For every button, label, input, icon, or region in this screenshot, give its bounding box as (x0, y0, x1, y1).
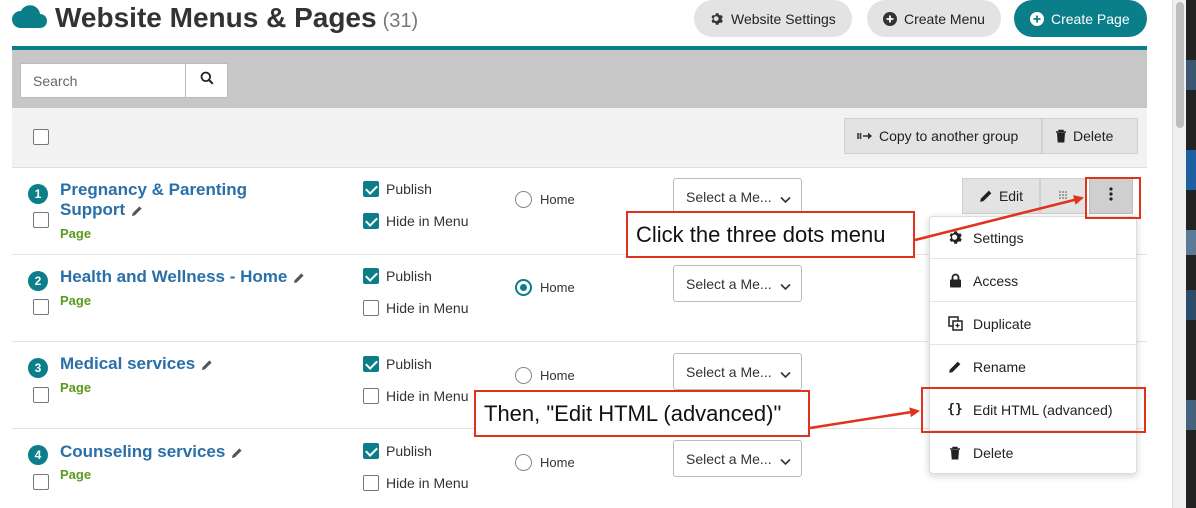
hide-in-menu-option[interactable]: Hide in Menu (363, 213, 469, 229)
menu-item-rename[interactable]: Rename (930, 346, 1136, 388)
home-radio[interactable]: Home (515, 367, 575, 384)
page-header: Website Menus & Pages (31) Website Settin… (0, 0, 1160, 46)
menu-select[interactable]: Select a Me... (673, 353, 802, 390)
pencil-icon (946, 360, 964, 374)
row-checkbox[interactable] (33, 212, 49, 228)
home-radio[interactable]: Home (515, 191, 575, 208)
hide-in-menu-option[interactable]: Hide in Menu (363, 475, 469, 491)
publish-checkbox[interactable] (363, 268, 379, 284)
more-actions-menu: Settings Access Duplicate Rename {} Edit… (929, 216, 1137, 474)
row-checkbox[interactable] (33, 299, 49, 315)
search-icon (200, 71, 214, 90)
page-type-label: Page (60, 226, 92, 241)
edit-button[interactable]: Edit (962, 178, 1040, 214)
hide-in-menu-checkbox[interactable] (363, 388, 379, 404)
pencil-icon[interactable] (201, 359, 213, 371)
pencil-icon[interactable] (131, 205, 143, 217)
pencil-icon[interactable] (293, 272, 305, 284)
create-menu-button[interactable]: Create Menu (867, 0, 1001, 37)
publish-checkbox[interactable] (363, 356, 379, 372)
search-bar: Search (12, 50, 1147, 108)
home-radio[interactable]: Home (515, 279, 575, 296)
row-number: 2 (28, 271, 48, 291)
chevron-down-icon (780, 366, 791, 382)
plus-circle-icon (1030, 11, 1044, 26)
pencil-icon[interactable] (231, 447, 243, 459)
page-name-link[interactable]: Health and Wellness - Home (60, 267, 305, 287)
row-number: 1 (28, 184, 48, 204)
page-name-link[interactable]: Pregnancy & Parenting Support (60, 180, 247, 220)
drag-handle-button[interactable] (1040, 178, 1086, 214)
publish-option[interactable]: Publish (363, 268, 432, 284)
background-window-edge (1186, 0, 1196, 508)
menu-item-duplicate[interactable]: Duplicate (930, 303, 1136, 345)
move-arrow-icon (857, 131, 873, 141)
publish-option[interactable]: Publish (363, 181, 432, 197)
hide-in-menu-checkbox[interactable] (363, 300, 379, 316)
menu-item-access[interactable]: Access (930, 260, 1136, 302)
page-scrollbar[interactable] (1172, 0, 1186, 508)
row-checkbox[interactable] (33, 387, 49, 403)
annotation-callout-2: Then, "Edit HTML (advanced)" (474, 390, 810, 437)
page-type-label: Page (60, 293, 92, 308)
annotation-callout-1: Click the three dots menu (626, 211, 915, 258)
menu-select[interactable]: Select a Me... (673, 440, 802, 477)
bulk-delete-button[interactable]: Delete (1042, 118, 1138, 154)
gear-icon (946, 230, 964, 245)
page-title: Website Menus & Pages (31) (55, 2, 419, 33)
publish-checkbox[interactable] (363, 443, 379, 459)
page-name-link[interactable]: Counseling services (60, 442, 243, 462)
lock-icon (946, 273, 964, 288)
publish-option[interactable]: Publish (363, 356, 432, 372)
menu-item-delete[interactable]: Delete (930, 432, 1136, 474)
duplicate-icon (946, 316, 964, 331)
chevron-down-icon (780, 191, 791, 207)
menu-select[interactable]: Select a Me... (673, 265, 802, 302)
row-number: 4 (28, 445, 48, 465)
copy-to-group-button[interactable]: Copy to another group (844, 118, 1042, 154)
page-type-label: Page (60, 467, 92, 482)
publish-checkbox[interactable] (363, 181, 379, 197)
cloud-logo-icon (10, 2, 48, 37)
page-name-link[interactable]: Medical services (60, 354, 213, 374)
hide-in-menu-option[interactable]: Hide in Menu (363, 388, 469, 404)
website-settings-button[interactable]: Website Settings (694, 0, 852, 37)
pencil-icon (979, 189, 993, 203)
chevron-down-icon (780, 453, 791, 469)
hide-in-menu-checkbox[interactable] (363, 475, 379, 491)
annotation-highlight-edit-html (921, 387, 1146, 433)
search-input[interactable]: Search (20, 63, 186, 98)
scrollbar-thumb[interactable] (1176, 2, 1184, 128)
page-count: (31) (382, 10, 419, 32)
publish-option[interactable]: Publish (363, 443, 432, 459)
menu-select[interactable]: Select a Me... (673, 178, 802, 215)
hide-in-menu-checkbox[interactable] (363, 213, 379, 229)
home-radio[interactable]: Home (515, 454, 575, 471)
select-all-checkbox[interactable] (33, 129, 49, 145)
gear-icon (710, 12, 724, 26)
search-button[interactable] (185, 63, 228, 98)
row-number: 3 (28, 358, 48, 378)
bulk-toolbar: Copy to another group Delete (12, 108, 1147, 168)
row-checkbox[interactable] (33, 474, 49, 490)
annotation-highlight-dots (1085, 177, 1141, 219)
create-page-button[interactable]: Create Page (1014, 0, 1147, 37)
trash-icon (1055, 129, 1067, 143)
hide-in-menu-option[interactable]: Hide in Menu (363, 300, 469, 316)
trash-icon (946, 446, 964, 460)
chevron-down-icon (780, 278, 791, 294)
page-type-label: Page (60, 380, 92, 395)
menu-item-settings[interactable]: Settings (930, 217, 1136, 259)
grid-icon (1058, 187, 1068, 205)
plus-circle-icon (883, 11, 897, 26)
